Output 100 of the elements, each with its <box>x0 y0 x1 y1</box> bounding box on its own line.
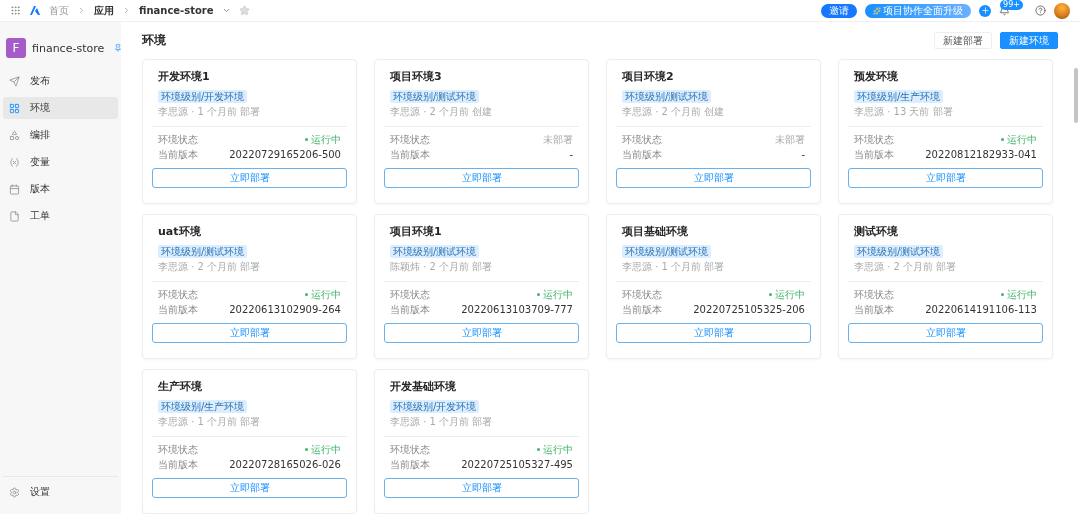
apps-icon[interactable] <box>10 5 21 16</box>
deploy-button[interactable]: 立即部署 <box>848 323 1043 343</box>
status-label: 环境状态 <box>390 442 430 457</box>
version-label: 当前版本 <box>854 147 894 162</box>
app-name: finance-store <box>32 41 105 55</box>
environment-name: 生产环境 <box>157 379 203 394</box>
status-text: 运行中 <box>305 442 341 457</box>
environment-name: 项目环境3 <box>389 69 443 84</box>
level-tag: 环境级别/开发环境 <box>158 90 248 103</box>
level-tag: 环境级别/测试环境 <box>622 245 712 258</box>
environment-name: 开发基础环境 <box>389 379 457 394</box>
status-text: 未部署 <box>543 132 573 147</box>
pin-icon[interactable] <box>114 44 122 52</box>
version-text: 20220725105327-495 <box>461 459 573 470</box>
version-label: 当前版本 <box>158 302 198 317</box>
add-icon[interactable] <box>979 4 992 17</box>
version-label: 当前版本 <box>622 302 662 317</box>
deploy-meta: 李思源 · 2 个月前 创建 <box>621 105 726 119</box>
deploy-button[interactable]: 立即部署 <box>616 323 811 343</box>
deploy-button[interactable]: 立即部署 <box>384 478 579 498</box>
status-label: 环境状态 <box>158 442 198 457</box>
level-tag: 环境级别/测试环境 <box>390 90 480 103</box>
status-text: 运行中 <box>537 287 573 302</box>
version-text: 20220613103709-777 <box>461 304 573 315</box>
status-text: 运行中 <box>769 287 805 302</box>
deploy-button[interactable]: 立即部署 <box>848 168 1043 188</box>
help-icon[interactable] <box>1035 5 1046 16</box>
version-label: 当前版本 <box>390 457 430 472</box>
version-text: 20220614191106-113 <box>925 304 1037 315</box>
level-tag: 环境级别/测试环境 <box>158 245 248 258</box>
scrollbar[interactable] <box>1074 68 1078 123</box>
environment-name: 项目环境2 <box>621 69 675 84</box>
sidebar-item[interactable]: 环境 <box>3 97 118 119</box>
new-environment-button[interactable]: 新建环境 <box>1000 32 1058 49</box>
deploy-button[interactable]: 立即部署 <box>152 323 347 343</box>
level-tag: 环境级别/生产环境 <box>158 400 248 413</box>
invite-button[interactable]: 邀请 <box>821 3 858 18</box>
status-label: 环境状态 <box>854 132 894 147</box>
version-label: 当前版本 <box>158 147 198 162</box>
status-label: 环境状态 <box>390 132 430 147</box>
document-icon <box>9 210 20 222</box>
deploy-meta: 李思源 · 13 天前 部署 <box>853 105 954 119</box>
breadcrumb-link[interactable]: finance-store <box>139 5 214 16</box>
sidebar-item[interactable]: 发布 <box>3 70 118 92</box>
shapes-icon <box>9 129 20 141</box>
deploy-button[interactable]: 立即部署 <box>152 478 347 498</box>
star-icon[interactable] <box>238 5 250 16</box>
deploy-button[interactable]: 立即部署 <box>616 168 811 188</box>
new-deployment-button[interactable]: 新建部署 <box>934 32 992 49</box>
environment-name: uat环境 <box>157 224 202 239</box>
level-tag: 环境级别/测试环境 <box>854 245 944 258</box>
status-label: 环境状态 <box>390 287 430 302</box>
upgrade-button[interactable]: 项目协作全面升级 <box>865 3 972 18</box>
deploy-meta: 李思源 · 2 个月前 部署 <box>157 260 262 274</box>
sidebar-item[interactable]: 工单 <box>3 205 118 227</box>
send-icon <box>9 75 20 87</box>
deploy-meta: 李思源 · 1 个月前 部署 <box>157 415 262 429</box>
version-label: 当前版本 <box>390 302 430 317</box>
settings-item[interactable]: 设置 <box>3 481 118 503</box>
sidebar-item[interactable]: 版本 <box>3 178 118 200</box>
deploy-meta: 李思源 · 1 个月前 部署 <box>157 105 262 119</box>
level-tag: 环境级别/测试环境 <box>622 90 712 103</box>
avatar[interactable] <box>1054 2 1070 19</box>
version-label: 当前版本 <box>390 147 430 162</box>
deploy-meta: 李思源 · 2 个月前 创建 <box>389 105 494 119</box>
environment-name: 开发环境1 <box>157 69 211 84</box>
page-title: 环境 <box>142 32 167 49</box>
settings-icon <box>9 486 20 498</box>
status-label: 环境状态 <box>622 287 662 302</box>
status-text: 未部署 <box>775 132 805 147</box>
version-text: - <box>801 149 805 160</box>
environment-name: 项目环境1 <box>389 224 443 239</box>
sidebar-item[interactable]: 编排 <box>3 124 118 146</box>
status-text: 运行中 <box>305 287 341 302</box>
version-label: 当前版本 <box>854 302 894 317</box>
deploy-meta: 李思源 · 1 个月前 部署 <box>621 260 726 274</box>
level-tag: 环境级别/开发环境 <box>390 400 480 413</box>
environment-name: 测试环境 <box>853 224 899 239</box>
deploy-button[interactable]: 立即部署 <box>384 168 579 188</box>
level-tag: 环境级别/生产环境 <box>854 90 944 103</box>
status-label: 环境状态 <box>158 132 198 147</box>
status-text: 运行中 <box>1001 287 1037 302</box>
variable-icon <box>9 156 20 168</box>
environment-name: 预发环境 <box>853 69 899 84</box>
status-text: 运行中 <box>305 132 341 147</box>
deploy-button[interactable]: 立即部署 <box>152 168 347 188</box>
sidebar-item[interactable]: 变量 <box>3 151 118 173</box>
breadcrumb-link[interactable]: 首页 <box>49 3 69 18</box>
breadcrumb-link[interactable]: 应用 <box>94 3 114 18</box>
notification-badge: 99+ <box>1000 0 1023 10</box>
version-text: - <box>569 149 573 160</box>
deploy-meta: 陈颖炜 · 2 个月前 部署 <box>389 260 494 274</box>
app-logo: F <box>6 38 26 58</box>
status-label: 环境状态 <box>158 287 198 302</box>
logo-icon[interactable] <box>29 5 41 16</box>
grid-icon <box>9 102 20 114</box>
deploy-button[interactable]: 立即部署 <box>384 323 579 343</box>
caret-icon[interactable] <box>221 6 231 15</box>
deploy-meta: 李思源 · 1 个月前 部署 <box>389 415 494 429</box>
status-text: 运行中 <box>537 442 573 457</box>
